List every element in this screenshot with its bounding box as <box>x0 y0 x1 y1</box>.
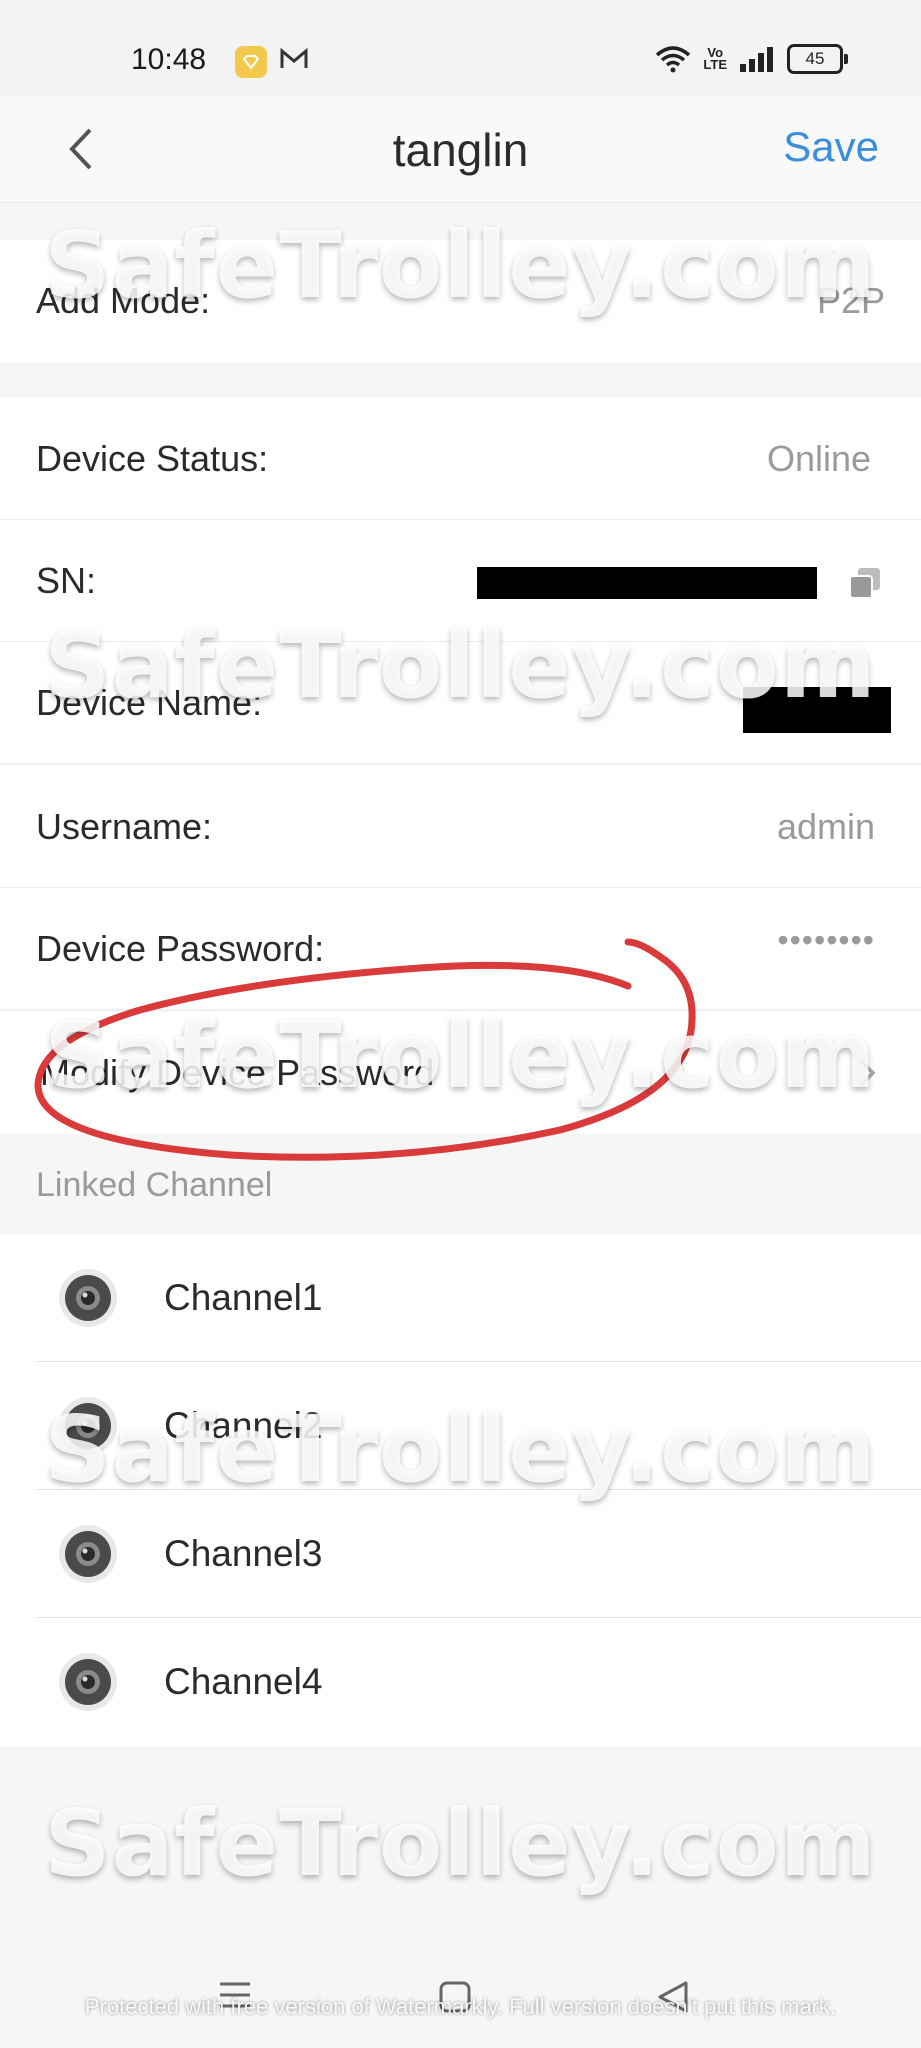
divider <box>0 763 921 764</box>
channel-label: Channel3 <box>164 1533 323 1574</box>
signal-icon <box>740 47 773 72</box>
gmail-icon <box>280 46 308 77</box>
status-time: 10:48 <box>131 43 207 76</box>
device-password-row: Device Password: •••••••• <box>0 888 921 1010</box>
watermark-text: SafeTrolley.com <box>44 1790 877 1897</box>
status-indicators: Vo LTE 45 <box>655 44 848 74</box>
device-password-label: Device Password: <box>36 928 325 969</box>
username-value: admin <box>776 806 875 847</box>
username-row: Username: admin <box>0 766 921 888</box>
device-status-label: Device Status: <box>36 438 269 479</box>
sn-label: SN: <box>36 560 97 601</box>
status-bar: 10:48 Vo LTE 45 <box>0 0 921 96</box>
channel-item[interactable]: Channel3 <box>0 1490 921 1618</box>
device-status-value: Online <box>766 438 871 479</box>
battery-icon: 45 <box>787 44 848 74</box>
channel-item[interactable]: Channel4 <box>0 1618 921 1746</box>
camera-icon <box>59 1525 117 1583</box>
sn-redacted-value <box>477 567 817 599</box>
watermark-text: SafeTrolley.com <box>44 1396 877 1503</box>
camera-icon <box>59 1269 117 1327</box>
linked-channel-header: Linked Channel <box>0 1136 921 1234</box>
save-button[interactable]: Save <box>783 123 879 171</box>
channel-item[interactable]: Channel1 <box>0 1234 921 1362</box>
username-label: Username: <box>36 806 213 847</box>
watermark-text: SafeTrolley.com <box>44 1002 877 1109</box>
copy-button[interactable] <box>847 566 883 602</box>
watermark-notice: Protected with free version of Watermark… <box>84 1994 837 2019</box>
device-status-row: Device Status: Online <box>0 398 921 520</box>
channel-label: Channel4 <box>164 1661 323 1702</box>
camera-icon <box>59 1653 117 1711</box>
watermark-text: SafeTrolley.com <box>44 212 877 319</box>
top-nav-bar: tanglin Save <box>0 96 921 203</box>
channel-label: Channel1 <box>164 1277 323 1318</box>
volte-icon: Vo LTE <box>703 45 727 72</box>
watermark-text: SafeTrolley.com <box>44 612 877 719</box>
wifi-icon <box>656 46 691 73</box>
device-password-value: •••••••• <box>777 922 875 958</box>
linked-channel-title: Linked Channel <box>36 1166 273 1204</box>
notification-app-icon <box>235 46 267 78</box>
copy-icon <box>849 568 880 599</box>
